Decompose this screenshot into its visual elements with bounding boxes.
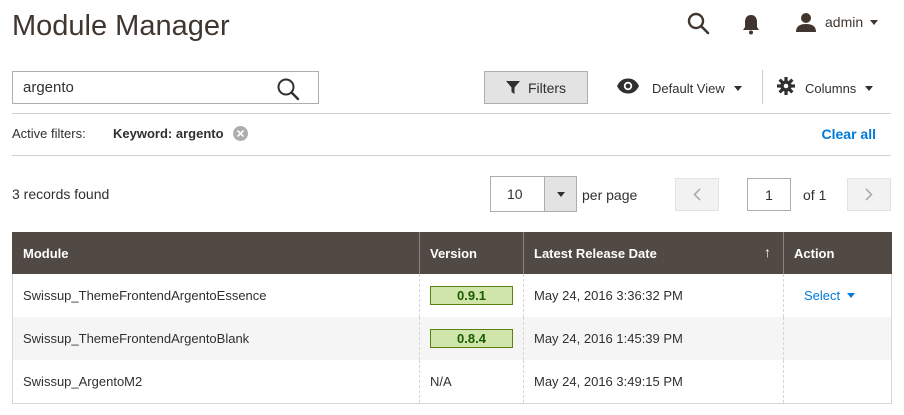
previous-page-button[interactable] [675, 178, 719, 211]
column-header-module[interactable]: Module [12, 232, 420, 274]
user-name: admin [825, 14, 864, 30]
notifications-bell-icon[interactable] [741, 13, 761, 35]
eye-icon [616, 78, 640, 99]
version-badge: 0.9.1 [430, 286, 513, 305]
module-name-cell: Swissup_ThemeFrontendArgentoBlank [12, 317, 420, 360]
chevron-right-icon [865, 188, 873, 201]
active-filters-label: Active filters: [12, 126, 86, 141]
chevron-down-icon [556, 191, 565, 197]
page-total: of 1 [803, 187, 827, 203]
funnel-icon [505, 80, 520, 94]
module-name-cell: Swissup_ArgentoM2 [12, 360, 420, 404]
gear-icon [777, 76, 795, 100]
chevron-left-icon [693, 188, 701, 201]
clear-all-link[interactable]: Clear all [822, 126, 876, 142]
page-number-field [747, 178, 791, 211]
active-filter-chip: Keyword: argento [113, 126, 248, 141]
action-select-dropdown[interactable]: Select [804, 288, 856, 303]
release-date-cell: May 24, 2016 1:45:39 PM [523, 317, 784, 360]
search-icon[interactable] [276, 77, 300, 101]
chevron-down-icon [733, 85, 742, 91]
modules-grid: Module Version Latest Release Date ↑ Acti… [12, 232, 892, 404]
column-header-action: Action [783, 232, 892, 274]
action-cell: Select [783, 274, 892, 317]
view-label: Default View [652, 80, 725, 96]
divider [12, 155, 891, 156]
next-page-button[interactable] [847, 178, 891, 211]
per-page-label: per page [582, 187, 638, 203]
version-cell: 0.9.1 [419, 274, 524, 317]
action-cell [783, 317, 892, 360]
columns-dropdown[interactable]: Columns [777, 76, 874, 100]
column-header-version[interactable]: Version [419, 232, 524, 274]
table-row: Swissup_ThemeFrontendArgentoEssence 0.9.… [12, 274, 892, 317]
filters-label: Filters [527, 79, 567, 96]
module-name-cell: Swissup_ThemeFrontendArgentoEssence [12, 274, 420, 317]
column-header-label: Latest Release Date [534, 245, 657, 261]
column-header-latest-release-date[interactable]: Latest Release Date ↑ [523, 232, 784, 274]
action-select-label: Select [804, 288, 841, 303]
table-row: Swissup_ArgentoM2 N/A May 24, 2016 3:49:… [12, 360, 892, 404]
grid-header-row: Module Version Latest Release Date ↑ Acti… [12, 232, 892, 274]
keyword-search-box [12, 71, 319, 104]
chevron-down-icon [847, 293, 856, 298]
table-row: Swissup_ThemeFrontendArgentoBlank 0.8.4 … [12, 317, 892, 360]
chevron-down-icon [865, 85, 874, 91]
release-date-cell: May 24, 2016 3:49:15 PM [523, 360, 784, 404]
release-date-cell: May 24, 2016 3:36:32 PM [523, 274, 784, 317]
records-found-count: 3 records found [12, 186, 110, 202]
filters-button[interactable]: Filters [484, 71, 588, 104]
active-filter-keyword-label: Keyword: [113, 126, 173, 141]
admin-user-menu[interactable]: admin [795, 11, 879, 33]
per-page-toggle-button[interactable] [544, 177, 576, 211]
sort-ascending-arrow-icon: ↑ [764, 244, 771, 260]
user-icon [795, 11, 817, 33]
view-switcher-dropdown[interactable]: Default View [616, 76, 742, 100]
chevron-down-icon [870, 19, 879, 25]
keyword-search-input[interactable] [13, 72, 263, 103]
per-page-select[interactable]: 10 [490, 176, 577, 212]
divider [12, 113, 891, 114]
per-page-value: 10 [507, 186, 523, 202]
toolbar-divider [762, 70, 763, 104]
page-number-input[interactable] [748, 179, 790, 210]
active-filter-keyword-value: argento [175, 126, 224, 141]
columns-label: Columns [805, 80, 857, 96]
version-cell: 0.8.4 [419, 317, 524, 360]
remove-filter-icon[interactable] [232, 126, 248, 141]
version-badge: 0.8.4 [430, 329, 513, 348]
version-cell: N/A [419, 360, 524, 404]
global-search-icon[interactable] [686, 11, 710, 35]
page-title: Module Manager [12, 10, 230, 42]
action-cell [783, 360, 892, 404]
